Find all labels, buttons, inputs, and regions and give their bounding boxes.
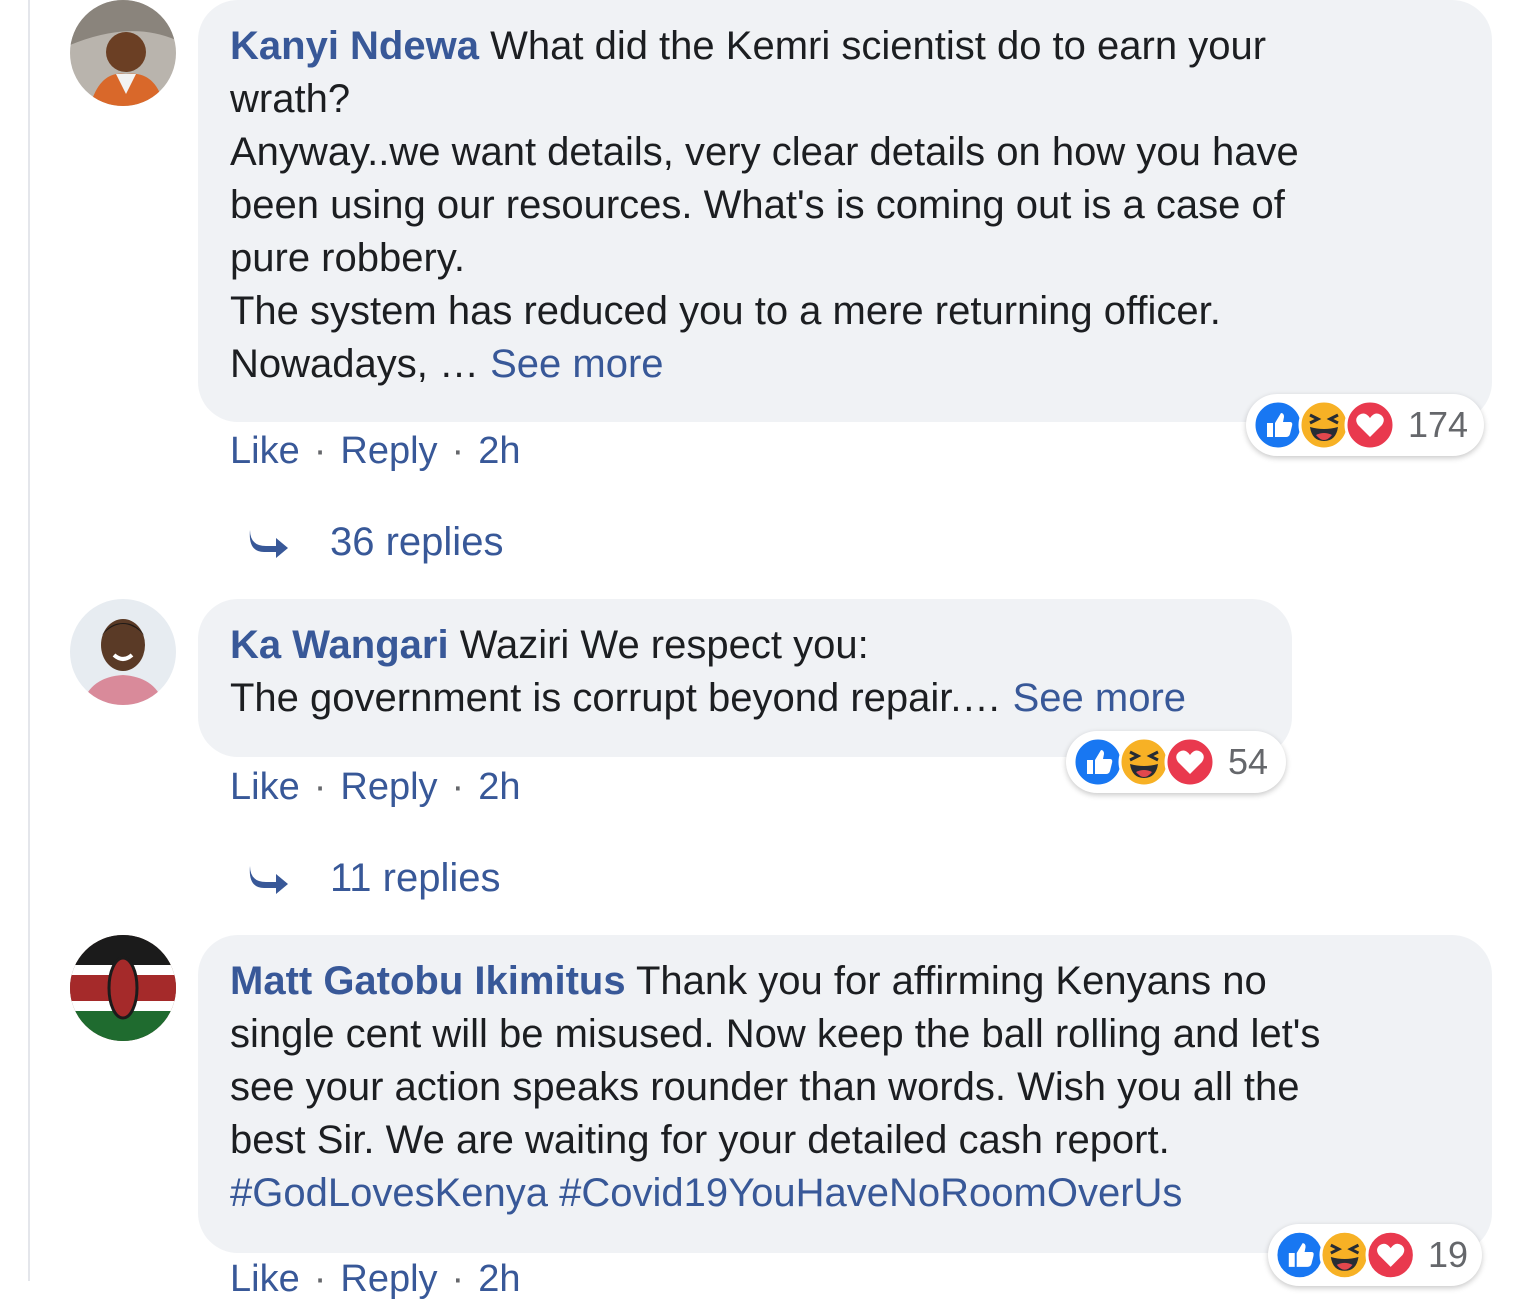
thread-divider (28, 0, 30, 1281)
like-reaction-icon (1252, 399, 1304, 451)
comment-bubble: Kanyi Ndewa What did the Kemri scientist… (198, 0, 1492, 422)
reply-arrow-icon (249, 865, 288, 894)
like-reaction-icon (1274, 1229, 1325, 1281)
comment-author[interactable]: Kanyi Ndewa (230, 24, 479, 68)
comment-text: Thank you for affirming Kenyans no (635, 959, 1267, 1003)
love-reaction-icon (1344, 399, 1396, 451)
love-reaction-icon (1164, 736, 1216, 788)
comment-actions: Like · Reply · 2h (230, 1258, 520, 1301)
comment-timestamp[interactable]: 2h (478, 766, 520, 809)
comment-author[interactable]: Ka Wangari (230, 623, 449, 667)
haha-reaction-icon (1118, 736, 1170, 788)
replies-count[interactable]: 36 replies (330, 520, 503, 565)
comment-text: The system has reduced you to a mere ret… (230, 289, 1221, 333)
comment-text: What did the Kemri scientist do to earn … (490, 24, 1267, 68)
comment-text: wrath? (230, 77, 351, 121)
comment-actions: Like · Reply · 2h (230, 430, 520, 473)
comment-text: Waziri We respect you: (459, 623, 869, 667)
hashtag-link[interactable]: #Covid19YouHaveNoRoomOverUs (559, 1171, 1182, 1215)
separator-dot: · (313, 430, 327, 472)
haha-reaction-icon (1319, 1229, 1371, 1281)
comment-text: been using our resources. What's is comi… (230, 183, 1285, 227)
avatar-photo-icon (70, 599, 176, 705)
comment-text: Anyway..we want details, very clear deta… (230, 130, 1299, 174)
comment-text: The government is corrupt beyond repair.… (230, 676, 1013, 720)
see-more-link[interactable]: See more (490, 342, 663, 386)
replies-count[interactable]: 11 replies (330, 856, 500, 901)
reaction-count: 54 (1228, 741, 1269, 782)
comment-actions: Like · Reply · 2h (230, 766, 520, 809)
reply-link[interactable]: Reply (340, 766, 437, 809)
reaction-count: 19 (1427, 1234, 1468, 1275)
separator-dot: · (451, 1258, 465, 1300)
comment-text: best Sir. We are waiting for your detail… (230, 1118, 1170, 1162)
haha-reaction-icon (1298, 399, 1350, 451)
comment-text: pure robbery. (230, 236, 465, 280)
avatar[interactable] (70, 935, 176, 1041)
avatar-photo-icon (70, 0, 176, 106)
separator-dot: · (313, 766, 327, 808)
comment-text: single cent will be misused. Now keep th… (230, 1012, 1321, 1056)
reply-link[interactable]: Reply (340, 1258, 437, 1301)
comment-timestamp[interactable]: 2h (478, 1258, 520, 1301)
view-replies-link[interactable]: 36 replies (246, 520, 503, 565)
reaction-count: 174 (1408, 404, 1469, 445)
see-more-link[interactable]: See more (1013, 676, 1186, 720)
reaction-summary[interactable]: 174 (1246, 394, 1484, 456)
like-link[interactable]: Like (230, 1258, 300, 1301)
avatar[interactable] (70, 0, 176, 106)
comment-text: see your action speaks rounder than word… (230, 1065, 1300, 1109)
hashtag-link[interactable]: #GodLovesKenya (230, 1171, 548, 1215)
view-replies-link[interactable]: 11 replies (246, 856, 500, 901)
comment-author[interactable]: Matt Gatobu Ikimitus (230, 959, 626, 1003)
avatar[interactable] (70, 599, 176, 705)
reaction-summary[interactable]: 19 (1268, 1224, 1482, 1286)
separator-dot: · (451, 766, 465, 808)
comment-timestamp[interactable]: 2h (478, 430, 520, 473)
like-reaction-icon (1072, 736, 1124, 788)
avatar-photo-icon (70, 935, 176, 1041)
love-reaction-icon (1365, 1229, 1416, 1281)
like-link[interactable]: Like (230, 430, 300, 473)
reaction-summary[interactable]: 54 (1066, 731, 1286, 793)
separator-dot: · (313, 1258, 327, 1300)
reply-link[interactable]: Reply (340, 430, 437, 473)
comment-text: Nowadays, … (230, 342, 491, 386)
like-link[interactable]: Like (230, 766, 300, 809)
reply-arrow-icon (249, 529, 288, 558)
comment-bubble: Matt Gatobu Ikimitus Thank you for affir… (198, 935, 1492, 1253)
separator-dot: · (451, 430, 465, 472)
